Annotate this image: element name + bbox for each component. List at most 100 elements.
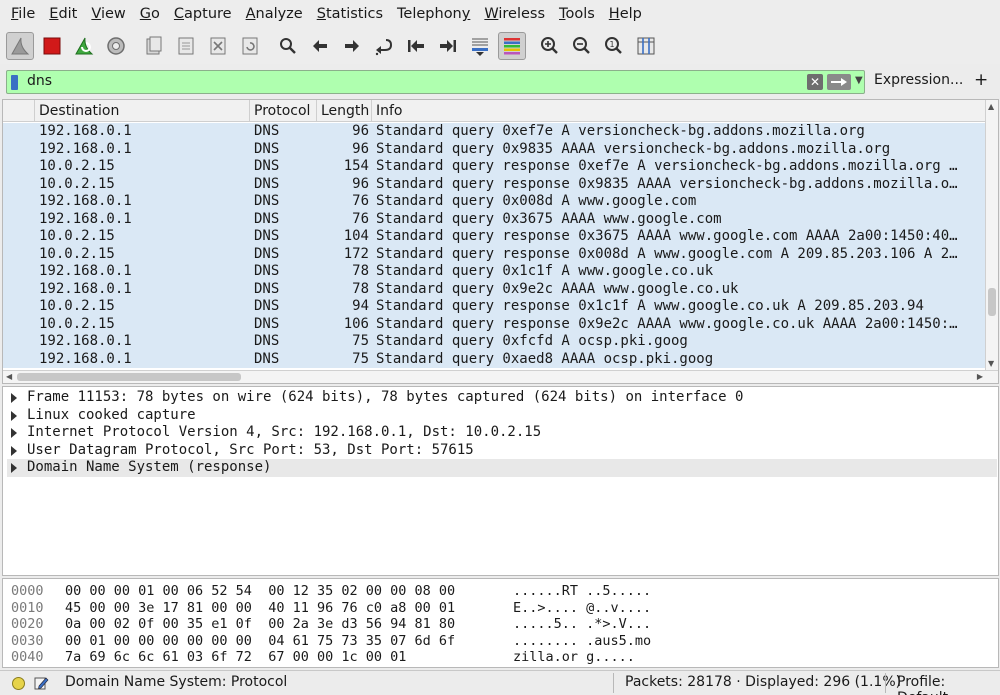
find-packet-icon[interactable] — [274, 32, 302, 60]
packet-length: 76 — [352, 210, 369, 227]
column-header-info[interactable]: Info — [372, 100, 988, 122]
packet-row[interactable]: 192.168.0.1 DNS 78 Standard query 0x1c1f A … — [3, 263, 986, 281]
vscroll-thumb[interactable] — [988, 288, 996, 316]
hex-row[interactable]: 0030 00 01 00 00 00 00 00 00 04 61 75 73 … — [3, 633, 993, 649]
go-to-packet-icon[interactable] — [370, 32, 398, 60]
menu-view[interactable]: View — [84, 0, 132, 28]
scroll-down-icon[interactable]: ▼ — [988, 359, 994, 368]
expand-arrow-icon[interactable] — [11, 410, 17, 421]
bookmark-icon[interactable] — [11, 75, 18, 90]
detail-label: User Datagram Protocol, Src Port: 53, Ds… — [27, 441, 474, 458]
column-header-destination[interactable]: Destination — [35, 100, 250, 122]
column-header-length[interactable]: Length — [317, 100, 372, 122]
zoom-in-icon[interactable] — [536, 32, 564, 60]
hex-row[interactable]: 0020 0a 00 02 0f 00 35 e1 0f 00 2a 3e d3 … — [3, 616, 993, 632]
restart-capture-icon[interactable] — [70, 32, 98, 60]
packet-protocol: DNS — [254, 263, 280, 279]
detail-tree-item[interactable]: User Datagram Protocol, Src Port: 53, Ds… — [7, 442, 997, 460]
packet-row[interactable]: 10.0.2.15 DNS 94 Standard query response 0x… — [3, 298, 986, 316]
hex-ascii: zilla.or g..... — [513, 649, 635, 665]
status-profile[interactable]: Profile: Default — [897, 674, 1000, 695]
packet-length: 76 — [352, 193, 369, 209]
packet-details: Frame 11153: 78 bytes on wire (624 bits)… — [2, 386, 999, 576]
last-packet-icon[interactable] — [434, 32, 462, 60]
packet-row[interactable]: 192.168.0.1 DNS 75 Standard query 0xfcfd A … — [3, 333, 986, 351]
hscroll-thumb[interactable] — [17, 373, 241, 381]
menu-statistics[interactable]: Statistics — [310, 0, 390, 28]
clear-filter-icon[interactable]: ✕ — [807, 74, 823, 90]
menu-telephony[interactable]: Telephony — [390, 0, 477, 28]
hex-row[interactable]: 0040 7a 69 6c 6c 61 03 6f 72 67 00 00 1c … — [3, 649, 993, 665]
packet-destination: 10.0.2.15 — [39, 245, 115, 262]
packet-length: 172 — [343, 245, 369, 262]
menu-edit[interactable]: Edit — [42, 0, 84, 28]
first-packet-icon[interactable] — [402, 32, 430, 60]
menu-file[interactable]: File — [4, 0, 42, 28]
shark-fin-icon[interactable] — [6, 32, 34, 60]
resize-columns-icon[interactable] — [632, 32, 660, 60]
menu-wireless[interactable]: Wireless — [477, 0, 552, 28]
go-forward-icon[interactable] — [338, 32, 366, 60]
packet-list-vscroll[interactable]: ▲ ▼ — [985, 100, 998, 370]
hex-row[interactable]: 0010 45 00 00 3e 17 81 00 00 40 11 96 76 … — [3, 600, 993, 616]
detail-tree-item[interactable]: Domain Name System (response) — [7, 459, 997, 477]
detail-label: Frame 11153: 78 bytes on wire (624 bits)… — [27, 389, 744, 405]
packet-protocol: DNS — [254, 350, 280, 367]
add-filter-button[interactable]: + — [974, 70, 988, 90]
packet-list-hscroll[interactable]: ◀ ▶ — [3, 370, 998, 383]
packet-row[interactable]: 10.0.2.15 DNS 154 Standard query response 0… — [3, 158, 986, 176]
expand-arrow-icon[interactable] — [11, 393, 17, 403]
zoom-normal-icon[interactable]: 1 — [600, 32, 628, 60]
hex-row[interactable]: 0000 00 00 00 01 00 06 52 54 00 12 35 02 … — [3, 583, 993, 599]
stop-capture-icon[interactable] — [38, 32, 66, 60]
packet-row[interactable]: 192.168.0.1 DNS 76 Standard query 0x008d A … — [3, 193, 986, 211]
packet-row[interactable]: 10.0.2.15 DNS 172 Standard query response 0… — [3, 245, 986, 263]
display-filter-input[interactable]: dns ✕ ▼ — [6, 70, 865, 94]
packet-protocol: DNS — [254, 280, 280, 297]
go-back-icon[interactable] — [306, 32, 334, 60]
scroll-left-icon[interactable]: ◀ — [6, 372, 12, 381]
detail-label: Linux cooked capture — [27, 406, 196, 423]
zoom-out-icon[interactable] — [568, 32, 596, 60]
expand-arrow-icon[interactable] — [11, 428, 17, 438]
detail-tree-item[interactable]: Frame 11153: 78 bytes on wire (624 bits)… — [7, 389, 997, 407]
filter-text[interactable]: dns — [27, 73, 52, 89]
expand-arrow-icon[interactable] — [11, 445, 17, 456]
menu-go[interactable]: Go — [133, 0, 167, 28]
detail-tree-item[interactable]: Linux cooked capture — [7, 407, 997, 425]
apply-filter-icon[interactable] — [827, 74, 851, 90]
save-file-icon[interactable] — [172, 32, 200, 60]
packet-row[interactable]: 192.168.0.1 DNS 76 Standard query 0x3675 AA… — [3, 210, 986, 228]
open-file-icon[interactable] — [140, 32, 168, 60]
menu-analyze[interactable]: Analyze — [239, 0, 310, 28]
packet-protocol: DNS — [254, 245, 280, 262]
packet-row[interactable]: 192.168.0.1 DNS 96 Standard query 0xef7e A … — [3, 123, 986, 141]
menu-capture[interactable]: Capture — [167, 0, 239, 28]
packet-row[interactable]: 10.0.2.15 DNS 104 Standard query response 0… — [3, 228, 986, 246]
expert-info-icon[interactable] — [12, 677, 25, 690]
reload-file-icon[interactable] — [236, 32, 264, 60]
expand-arrow-icon[interactable] — [11, 463, 17, 473]
packet-info: Standard query 0xaed8 AAAA ocsp.pki.goog — [376, 350, 714, 367]
hex-bytes: 00 00 00 01 00 06 52 54 00 12 35 02 00 0… — [65, 583, 456, 599]
filter-dropdown-icon[interactable]: ▼ — [855, 75, 863, 86]
packet-row[interactable]: 10.0.2.15 DNS 106 Standard query response 0… — [3, 315, 986, 333]
packet-row[interactable]: 192.168.0.1 DNS 78 Standard query 0x9e2c AA… — [3, 280, 986, 298]
menu-tools[interactable]: Tools — [552, 0, 602, 28]
menu-help[interactable]: Help — [602, 0, 649, 28]
detail-tree-item[interactable]: Internet Protocol Version 4, Src: 192.16… — [7, 424, 997, 442]
auto-scroll-icon[interactable] — [466, 32, 494, 60]
capture-options-icon[interactable] — [102, 32, 130, 60]
scroll-right-icon[interactable]: ▶ — [977, 372, 983, 381]
packet-row[interactable]: 192.168.0.1 DNS 96 Standard query 0x9835 AA… — [3, 140, 986, 158]
column-header-protocol[interactable]: Protocol — [250, 100, 317, 122]
capture-comment-icon[interactable] — [33, 675, 49, 691]
close-file-icon[interactable] — [204, 32, 232, 60]
packet-row[interactable]: 10.0.2.15 DNS 96 Standard query response 0x… — [3, 175, 986, 193]
colorize-icon[interactable] — [498, 32, 526, 60]
expression-button[interactable]: Expression... — [874, 72, 963, 88]
scroll-up-icon[interactable]: ▲ — [988, 102, 994, 111]
packet-row[interactable]: 192.168.0.1 DNS 75 Standard query 0xaed8 AA… — [3, 350, 986, 368]
column-header-no[interactable] — [3, 100, 35, 122]
packet-info: Standard query 0x008d A www.google.com — [376, 193, 697, 209]
